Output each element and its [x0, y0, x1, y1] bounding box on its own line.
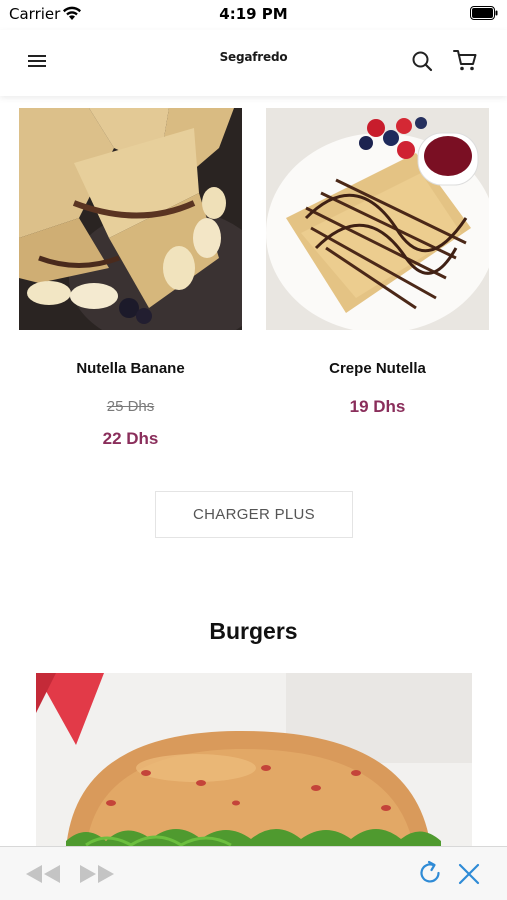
app-header: Segafredo — [0, 30, 507, 96]
battery-icon — [470, 6, 498, 20]
shopping-cart-icon[interactable] — [451, 47, 479, 73]
product-price: 19 Dhs — [349, 397, 406, 416]
fast-forward-icon[interactable] — [78, 863, 116, 885]
status-time: 4:19 PM — [219, 5, 288, 23]
rewind-icon[interactable] — [24, 863, 62, 885]
section-title: Burgers — [209, 618, 298, 644]
product-image-crepe-nutella[interactable] — [266, 108, 489, 330]
category-image-burgers[interactable] — [36, 673, 472, 849]
status-bar: Carrier 4:19 PM — [0, 0, 507, 28]
product-price: 22 Dhs — [102, 429, 159, 448]
load-more-button[interactable]: CHARGER PLUS — [155, 491, 353, 538]
search-icon[interactable] — [409, 48, 435, 74]
product-name[interactable]: Crepe Nutella — [266, 360, 489, 377]
product-name[interactable]: Nutella Banane — [19, 360, 242, 377]
product-image-nutella-banane[interactable] — [19, 108, 242, 330]
reload-icon[interactable] — [416, 859, 444, 887]
product-old-price: 25 Dhs — [106, 398, 155, 415]
close-icon[interactable] — [458, 863, 480, 885]
browser-toolbar — [0, 846, 507, 900]
